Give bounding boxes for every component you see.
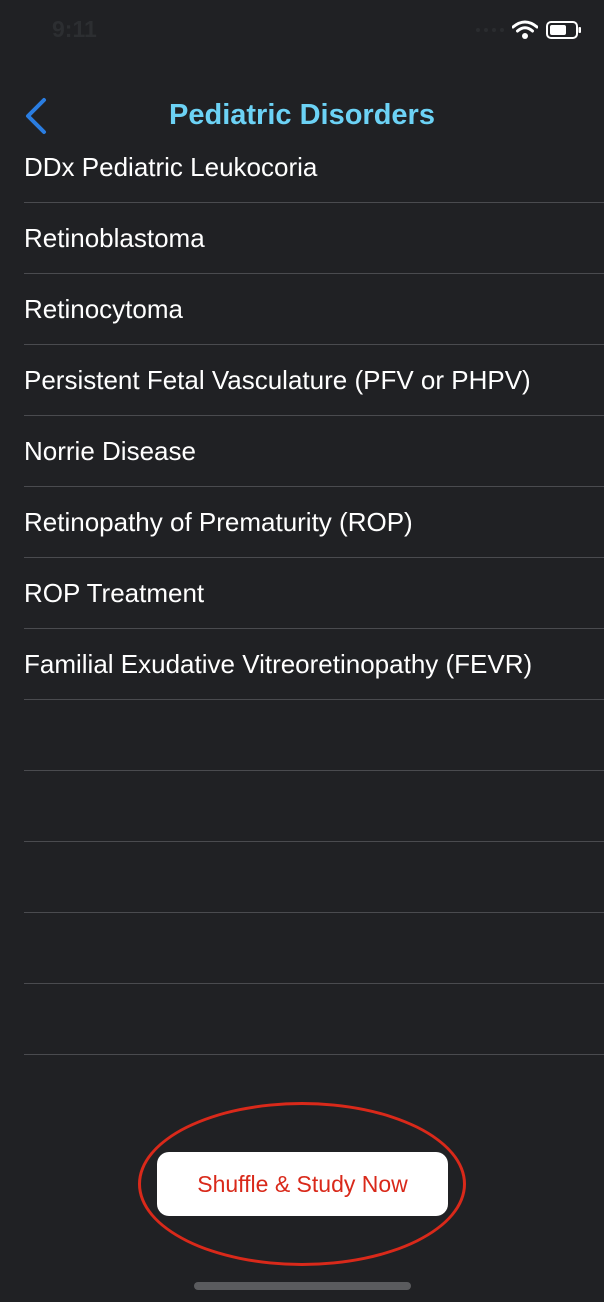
list-item-label: Retinocytoma	[24, 294, 183, 324]
empty-list-row	[24, 984, 604, 1055]
battery-icon	[546, 21, 581, 39]
list-item-label: ROP Treatment	[24, 578, 205, 608]
empty-list-row	[24, 842, 604, 913]
status-time: 9:11	[52, 16, 97, 42]
empty-list-row	[24, 771, 604, 842]
list-item[interactable]: Retinopathy of Prematurity (ROP)	[24, 487, 604, 558]
list-item-label: Retinoblastoma	[24, 223, 205, 253]
list-item-label: Norrie Disease	[24, 436, 196, 466]
status-bar: 9:11	[0, 0, 604, 62]
list-item[interactable]: Retinoblastoma	[24, 203, 604, 274]
list-item-label: Retinopathy of Prematurity (ROP)	[24, 507, 413, 537]
page-title: Pediatric Disorders	[169, 99, 435, 131]
list-item-label: Persistent Fetal Vasculature (PFV or PHP…	[24, 365, 531, 395]
home-indicator	[194, 1282, 411, 1290]
list-item[interactable]: ROP Treatment	[24, 558, 604, 629]
status-icons	[476, 18, 582, 42]
list-item[interactable]: Persistent Fetal Vasculature (PFV or PHP…	[24, 345, 604, 416]
list-item-label: DDx Pediatric Leukocoria	[24, 152, 318, 182]
shuffle-study-button[interactable]: Shuffle & Study Now	[157, 1152, 448, 1216]
wifi-icon	[512, 20, 538, 39]
list-item-label: Familial Exudative Vitreoretinopathy (FE…	[24, 649, 533, 679]
disorder-list: DDx Pediatric Leukocoria Retinoblastoma …	[0, 132, 604, 1055]
list-item[interactable]: DDx Pediatric Leukocoria	[24, 132, 604, 203]
list-item[interactable]: Familial Exudative Vitreoretinopathy (FE…	[24, 629, 604, 700]
list-item[interactable]: Norrie Disease	[24, 416, 604, 487]
empty-list-row	[24, 700, 604, 771]
cellular-dots-icon	[476, 28, 504, 32]
list-item[interactable]: Retinocytoma	[24, 274, 604, 345]
empty-list-row	[24, 913, 604, 984]
